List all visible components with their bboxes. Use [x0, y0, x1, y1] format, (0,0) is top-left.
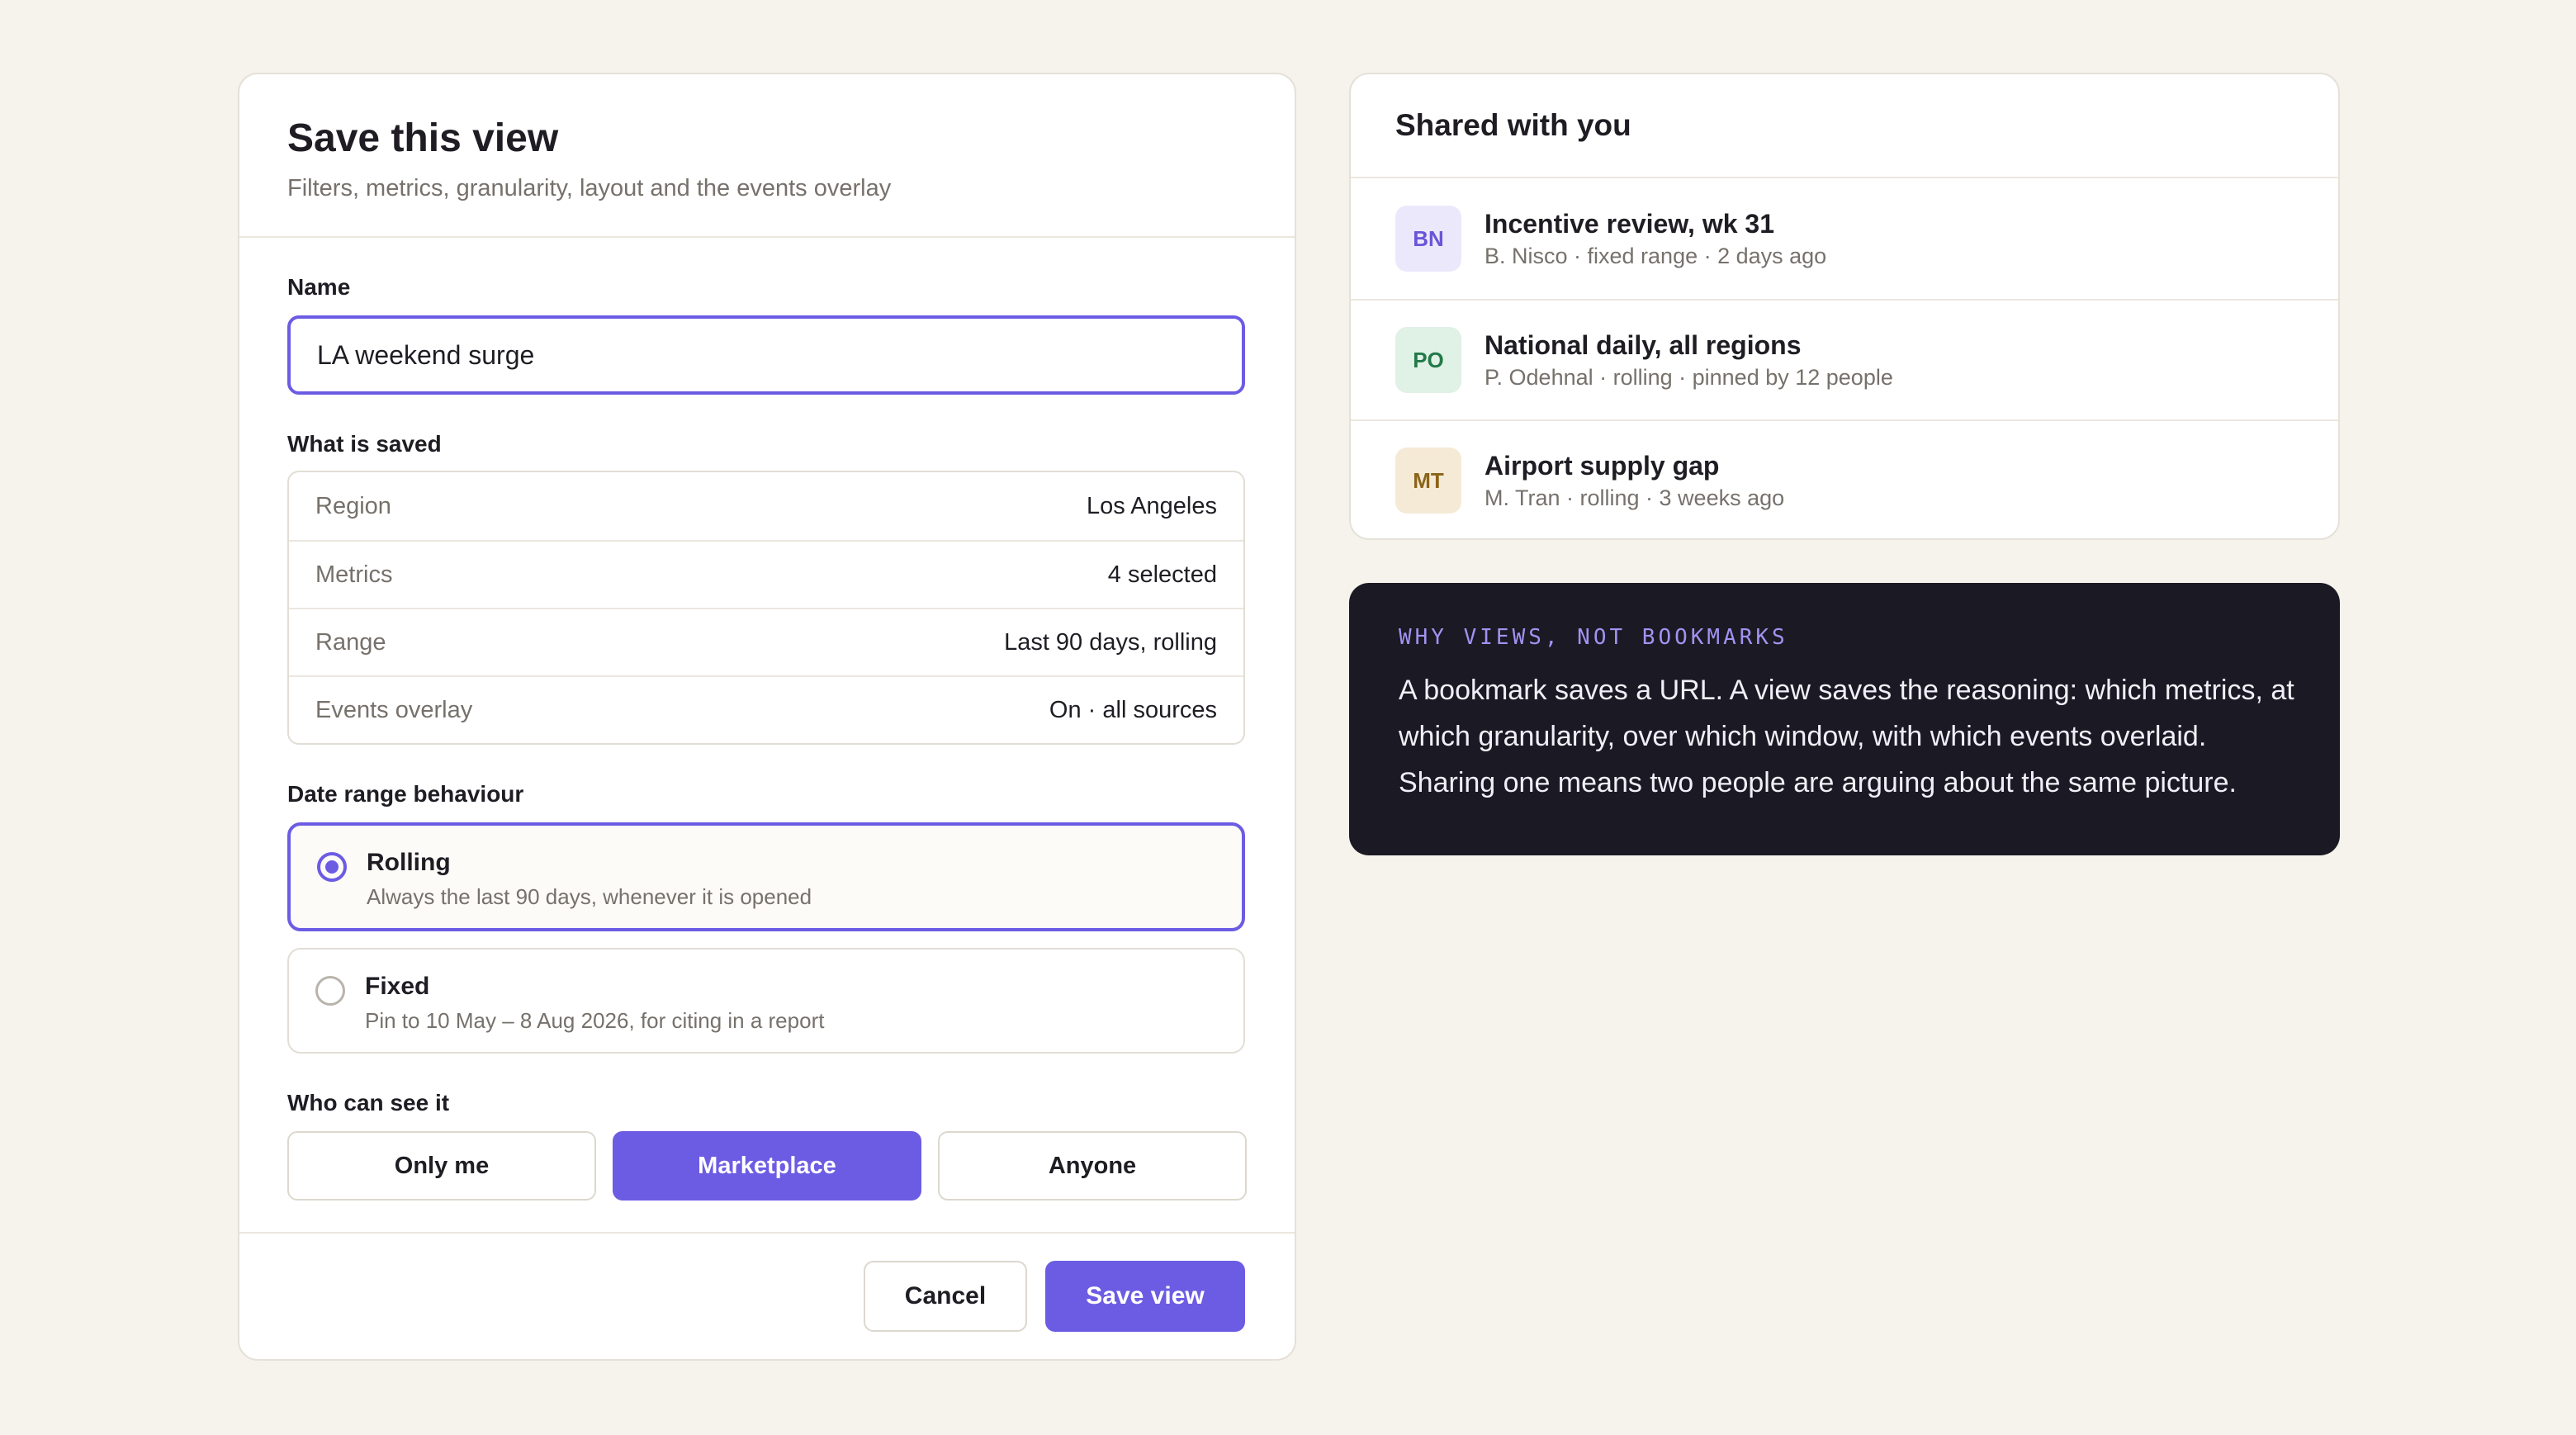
what-is-saved-label: What is saved	[287, 431, 442, 457]
name-input[interactable]: LA weekend surge	[287, 315, 1245, 395]
saved-summary-table: Region Los Angeles Metrics 4 selected Ra…	[287, 471, 1245, 745]
range-option-desc: Always the last 90 days, whenever it is …	[367, 884, 812, 909]
dialog-footer: Cancel Save view	[239, 1232, 1295, 1359]
shared-item-meta: M. Tran · rolling · 3 weeks ago	[1485, 485, 1785, 510]
why-views-note: WHY VIEWS, NOT BOOKMARKS A bookmark save…	[1349, 583, 2340, 855]
dialog-subtitle: Filters, metrics, granularity, layout an…	[287, 175, 892, 201]
radio-selected-icon[interactable]	[317, 852, 347, 882]
saved-key: Metrics	[315, 561, 393, 588]
range-option-fixed[interactable]: Fixed Pin to 10 May – 8 Aug 2026, for ci…	[287, 948, 1245, 1054]
saved-key: Range	[315, 628, 386, 656]
shared-item-title: Incentive review, wk 31	[1485, 209, 1774, 239]
saved-value: Los Angeles	[1086, 492, 1217, 519]
date-range-label: Date range behaviour	[287, 781, 524, 807]
range-option-desc: Pin to 10 May – 8 Aug 2026, for citing i…	[365, 1008, 825, 1033]
cancel-button[interactable]: Cancel	[864, 1261, 1027, 1332]
avatar: BN	[1395, 206, 1461, 272]
shared-with-you-panel: Shared with you BN Incentive review, wk …	[1349, 73, 2340, 540]
visibility-label: Who can see it	[287, 1090, 450, 1115]
shared-item[interactable]: PO National daily, all regions P. Odehna…	[1351, 299, 2338, 419]
saved-row-metrics: Metrics 4 selected	[289, 540, 1243, 608]
saved-key: Region	[315, 492, 391, 519]
dialog-header: Save this view Filters, metrics, granula…	[239, 74, 1295, 238]
shared-item[interactable]: BN Incentive review, wk 31 B. Nisco · fi…	[1351, 178, 2338, 299]
saved-value: Last 90 days, rolling	[1004, 628, 1217, 656]
visibility-only-me-button[interactable]: Only me	[287, 1131, 596, 1201]
avatar: PO	[1395, 327, 1461, 393]
saved-row-events-overlay: Events overlay On · all sources	[289, 675, 1243, 743]
shared-item-meta: B. Nisco · fixed range · 2 days ago	[1485, 244, 1827, 268]
dialog-title: Save this view	[287, 116, 559, 160]
range-option-title: Rolling	[367, 849, 451, 876]
radio-unselected-icon[interactable]	[315, 976, 345, 1006]
shared-panel-title: Shared with you	[1351, 74, 2338, 178]
name-label: Name	[287, 274, 351, 300]
save-view-dialog: Save this view Filters, metrics, granula…	[238, 73, 1296, 1361]
saved-value: On · all sources	[1049, 696, 1217, 723]
visibility-marketplace-button[interactable]: Marketplace	[613, 1131, 921, 1201]
note-eyebrow: WHY VIEWS, NOT BOOKMARKS	[1399, 625, 1788, 650]
saved-row-range: Range Last 90 days, rolling	[289, 608, 1243, 675]
dialog-body: Name LA weekend surge What is saved Regi…	[239, 238, 1295, 1201]
saved-key: Events overlay	[315, 696, 473, 723]
shared-item-title: Airport supply gap	[1485, 451, 1720, 481]
shared-item[interactable]: MT Airport supply gap M. Tran · rolling …	[1351, 419, 2338, 538]
visibility-segmented-control: Only me Marketplace Anyone	[287, 1131, 1247, 1201]
range-option-title: Fixed	[365, 973, 430, 1000]
save-view-button[interactable]: Save view	[1045, 1261, 1245, 1332]
shared-item-title: National daily, all regions	[1485, 330, 1802, 360]
shared-item-meta: P. Odehnal · rolling · pinned by 12 peop…	[1485, 365, 1893, 390]
saved-value: 4 selected	[1107, 561, 1217, 588]
visibility-anyone-button[interactable]: Anyone	[938, 1131, 1247, 1201]
saved-row-region: Region Los Angeles	[289, 472, 1243, 540]
avatar: MT	[1395, 448, 1461, 514]
note-body: A bookmark saves a URL. A view saves the…	[1399, 675, 2294, 798]
range-option-rolling[interactable]: Rolling Always the last 90 days, wheneve…	[287, 822, 1245, 931]
